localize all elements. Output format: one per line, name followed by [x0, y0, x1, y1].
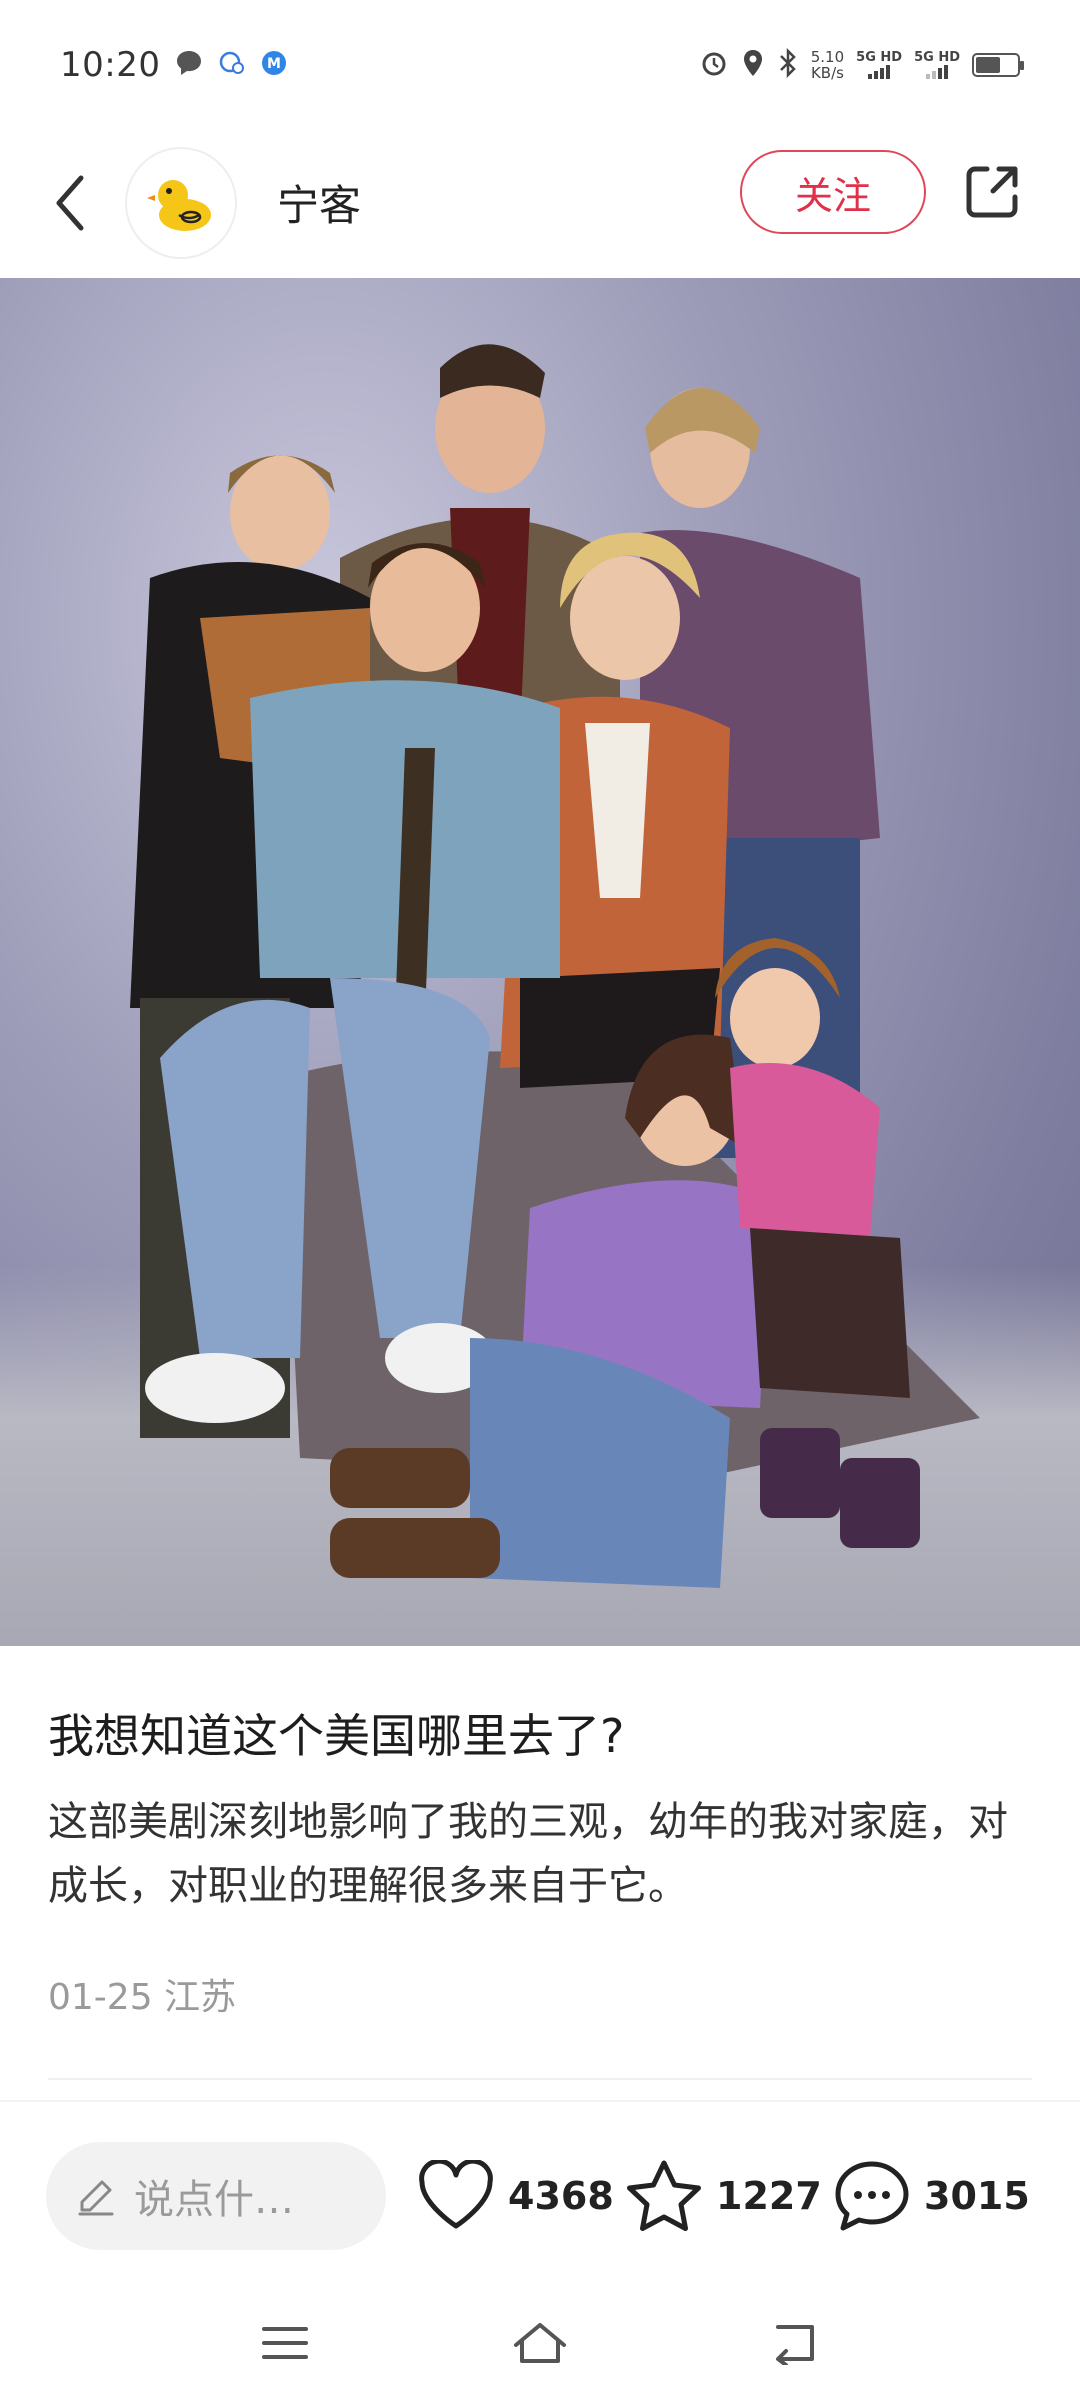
pencil-icon — [78, 2180, 114, 2216]
return-button[interactable] — [770, 2321, 820, 2369]
post-location: 江苏 — [164, 1977, 237, 2018]
comment-count: 3015 — [924, 2174, 1030, 2218]
favorite-button[interactable]: 1227 — [624, 2150, 822, 2242]
post-date: 01-25 — [48, 1977, 153, 2018]
location-icon — [741, 48, 765, 82]
heart-icon — [419, 2160, 493, 2229]
return-icon — [776, 2325, 814, 2367]
back-icon — [56, 175, 84, 230]
like-count: 4368 — [508, 2174, 614, 2218]
menu-button[interactable] — [260, 2323, 310, 2367]
post-photo[interactable] — [0, 278, 1080, 1646]
post-body: 这部美剧深刻地影响了我的三观，幼年的我对家庭，对成长，对职业的理解很多来自于它。 — [48, 1799, 1008, 1909]
duck-avatar-icon — [147, 179, 211, 231]
status-bar: 10:20 M 5.10 KB/s 5G HD 5G HD — [0, 0, 1080, 130]
home-button[interactable] — [510, 2319, 570, 2371]
post-meta: 01-25 江苏 — [48, 1968, 236, 2020]
signal-2-label: 5G HD — [914, 50, 960, 65]
chat-notification-icon — [218, 49, 246, 81]
avatar[interactable] — [125, 146, 237, 259]
comment-placeholder: 说点什… — [134, 2177, 294, 2223]
app-notification-icon: M — [260, 49, 288, 81]
system-nav-bar — [0, 2290, 1080, 2400]
signal-1-label: 5G HD — [856, 50, 903, 65]
speed-unit: KB/s — [810, 64, 844, 82]
speed-value: 5.10 — [810, 48, 845, 66]
family-portrait-illustration — [130, 344, 980, 1588]
share-icon — [966, 166, 1018, 218]
signal-1: 5G HD — [856, 51, 902, 79]
post-header: 宁客 关注 — [0, 130, 1080, 275]
back-button[interactable] — [40, 163, 100, 243]
divider — [48, 2078, 1032, 2080]
username[interactable]: 宁客 — [277, 172, 361, 233]
alarm-icon — [699, 48, 729, 82]
home-icon — [514, 2323, 566, 2363]
svg-text:M: M — [268, 56, 282, 72]
network-speed: 5.10 KB/s — [811, 49, 844, 81]
signal-2: 5G HD — [914, 51, 960, 79]
share-button[interactable] — [960, 160, 1024, 224]
comment-input[interactable]: 说点什… — [46, 2142, 386, 2250]
post-title: 我想知道这个美国哪里去了? — [48, 1709, 625, 1763]
bluetooth-icon — [777, 47, 799, 82]
follow-button[interactable]: 关注 — [740, 150, 926, 234]
like-button[interactable]: 4368 — [416, 2150, 614, 2242]
comment-icon — [835, 2161, 909, 2231]
menu-icon — [262, 2327, 308, 2359]
message-notification-icon — [174, 48, 204, 82]
favorite-count: 1227 — [716, 2174, 822, 2218]
star-icon — [627, 2160, 701, 2231]
action-bar: 说点什… 4368 1227 3015 — [0, 2100, 1080, 2280]
battery-icon — [972, 53, 1024, 77]
comments-button[interactable]: 3015 — [832, 2150, 1030, 2242]
status-time: 10:20 — [60, 45, 161, 85]
